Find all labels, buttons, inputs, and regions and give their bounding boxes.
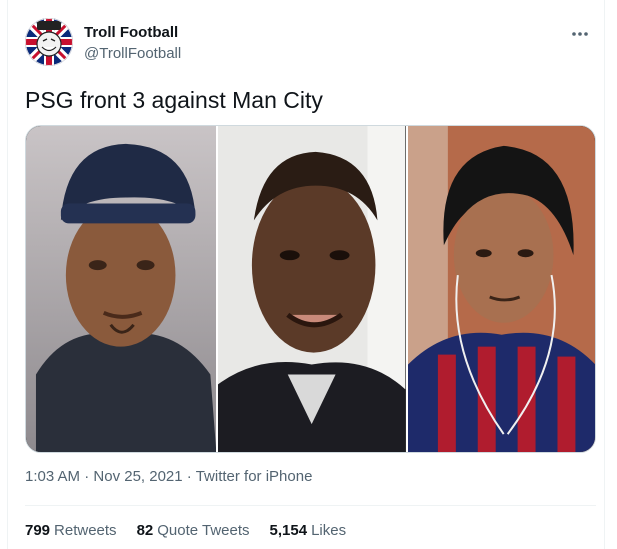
author-display-name[interactable]: Troll Football	[84, 24, 178, 41]
retweets-stat[interactable]: 799 Retweets	[25, 522, 117, 539]
tweet-metadata: 1:03 AM · Nov 25, 2021 · Twitter for iPh…	[25, 468, 312, 485]
retweets-label: Retweets	[54, 522, 117, 539]
tweet-text: PSG front 3 against Man City	[25, 87, 323, 113]
smiling-man-photo[interactable]	[216, 126, 406, 452]
tweet-date[interactable]: Nov 25, 2021	[93, 468, 182, 485]
avatar[interactable]	[25, 18, 73, 66]
tweet-media-grid[interactable]	[25, 125, 596, 453]
author-handle[interactable]: @TrollFootball	[84, 45, 181, 62]
tweet-card: Troll Football @TrollFootball PSG front …	[7, 0, 605, 549]
more-options-button[interactable]	[568, 22, 592, 46]
tweet-time[interactable]: 1:03 AM	[25, 468, 80, 485]
quote-tweets-count: 82	[136, 522, 154, 539]
meta-separator: ·	[84, 468, 90, 485]
meta-separator: ·	[186, 468, 192, 485]
likes-count: 5,154	[269, 522, 308, 539]
more-dots-icon	[572, 32, 588, 36]
quote-tweets-label: Quote Tweets	[157, 522, 250, 539]
tweet-source[interactable]: Twitter for iPhone	[196, 468, 313, 485]
troll-face-union-jack-avatar-icon	[25, 18, 73, 66]
likes-label: Likes	[311, 522, 347, 539]
quote-tweets-stat[interactable]: 82 Quote Tweets	[137, 522, 250, 539]
likes-stat[interactable]: 5,154 Likes	[270, 522, 347, 539]
divider	[25, 505, 596, 506]
retweets-count: 799	[25, 522, 51, 539]
man-in-beanie-photo[interactable]	[26, 126, 217, 452]
engagement-stats: 799 Retweets 82 Quote Tweets 5,154 Likes	[25, 522, 346, 539]
man-with-earphones-photo[interactable]	[405, 126, 595, 452]
